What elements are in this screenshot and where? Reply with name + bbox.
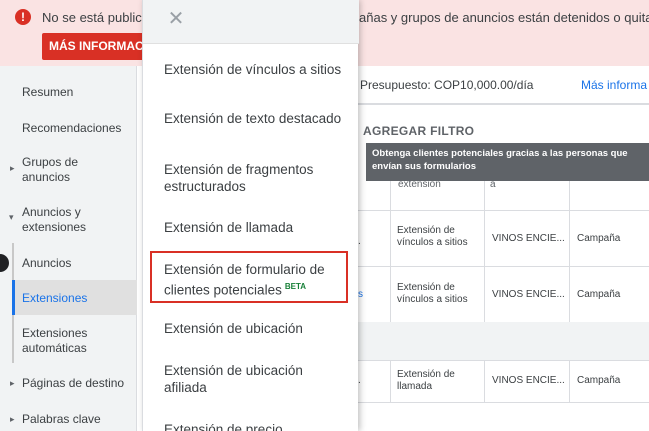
tooltip: Obtenga clientes potenciales gracias a l… [366, 143, 649, 181]
sidebar-item-resumen[interactable]: Resumen [22, 85, 73, 100]
table-divider [358, 210, 649, 211]
menu-item-texto-destacado[interactable]: Extensión de texto destacado [164, 110, 344, 127]
table-divider [358, 104, 649, 105]
beta-badge: BETA [284, 282, 307, 291]
table-cell-level: Campaña [577, 375, 621, 386]
menu-header: ✕ [143, 0, 359, 44]
table-cell-type: Extensión de vínculos a sitios [397, 282, 468, 305]
table-cell-type: Extensión de vínculos a sitios [397, 225, 468, 248]
table-cell-level: Campaña [577, 233, 621, 244]
table-section-band [358, 322, 649, 360]
sidebar-item-extensiones[interactable]: Extensiones [22, 291, 87, 306]
warning-icon: ! [15, 9, 31, 25]
chevron-right-icon[interactable]: ▸ [10, 378, 15, 389]
extension-type-menu: ✕ Extensión de vínculos a sitios Extensi… [142, 0, 359, 431]
menu-item-fragmentos-estructurados[interactable]: Extensión de fragmentos estructurados [164, 161, 344, 195]
more-info-button[interactable]: MÁS INFORMACIÓN [42, 33, 146, 60]
column-divider [569, 360, 570, 402]
column-divider [484, 360, 485, 402]
chevron-right-icon[interactable]: ▸ [10, 163, 15, 174]
sidebar-item-anuncios[interactable]: Anuncios [22, 256, 71, 271]
table-cell-campaign[interactable]: VINOS ENCIE... [492, 233, 565, 245]
sidebar-item-extensiones-automaticas[interactable]: Extensiones automáticas [22, 326, 112, 356]
column-divider [390, 360, 391, 402]
menu-item-precio[interactable]: Extensión de precio [164, 421, 344, 431]
row-cut-link[interactable]: s [358, 289, 363, 300]
banner-message-start: No se está publicar [42, 10, 154, 25]
budget-label: Presupuesto: COP10,000.00/día [360, 78, 534, 92]
menu-item-label: Extensión de formulario de clientes pote… [164, 262, 325, 298]
menu-item-vinculos-a-sitios[interactable]: Extensión de vínculos a sitios [164, 61, 344, 78]
sidebar-item-paginas-de-destino[interactable]: Páginas de destino [22, 376, 124, 391]
sidebar-item-anuncios-y-extensiones[interactable]: Anuncios y extensiones [22, 205, 122, 235]
table-divider [358, 266, 649, 267]
menu-item-formulario-clientes-potenciales[interactable]: Extensión de formulario de clientes pote… [164, 261, 344, 299]
more-info-link[interactable]: Más informa [581, 78, 647, 92]
sidebar-item-recomendaciones[interactable]: Recomendaciones [22, 121, 121, 136]
table-cell-level: Campaña [577, 289, 621, 300]
table-cell-type: Extensión de llamada [397, 369, 455, 392]
close-icon[interactable]: ✕ [167, 9, 185, 29]
sidebar-item-palabras-clave[interactable]: Palabras clave [22, 412, 101, 427]
menu-item-llamada[interactable]: Extensión de llamada [164, 219, 344, 236]
chevron-right-icon[interactable]: ▸ [10, 414, 15, 425]
menu-item-ubicacion[interactable]: Extensión de ubicación [164, 320, 344, 337]
table-divider [358, 402, 649, 403]
banner-message-end: añas y grupos de anuncios están detenido… [359, 10, 649, 25]
row-cut-text: . [358, 375, 361, 386]
table-cell-campaign[interactable]: VINOS ENCIE... [492, 289, 565, 301]
table-cell-campaign[interactable]: VINOS ENCIE... [492, 375, 565, 387]
table-divider [358, 360, 649, 361]
sidebar-item-grupos-de-anuncios[interactable]: Grupos de anuncios [22, 155, 102, 185]
chevron-down-icon[interactable]: ▾ [9, 212, 14, 223]
row-cut-text: . [358, 236, 361, 247]
menu-item-ubicacion-afiliada[interactable]: Extensión de ubicación afiliada [164, 362, 344, 396]
add-filter-button[interactable]: AGREGAR FILTRO [363, 124, 474, 138]
